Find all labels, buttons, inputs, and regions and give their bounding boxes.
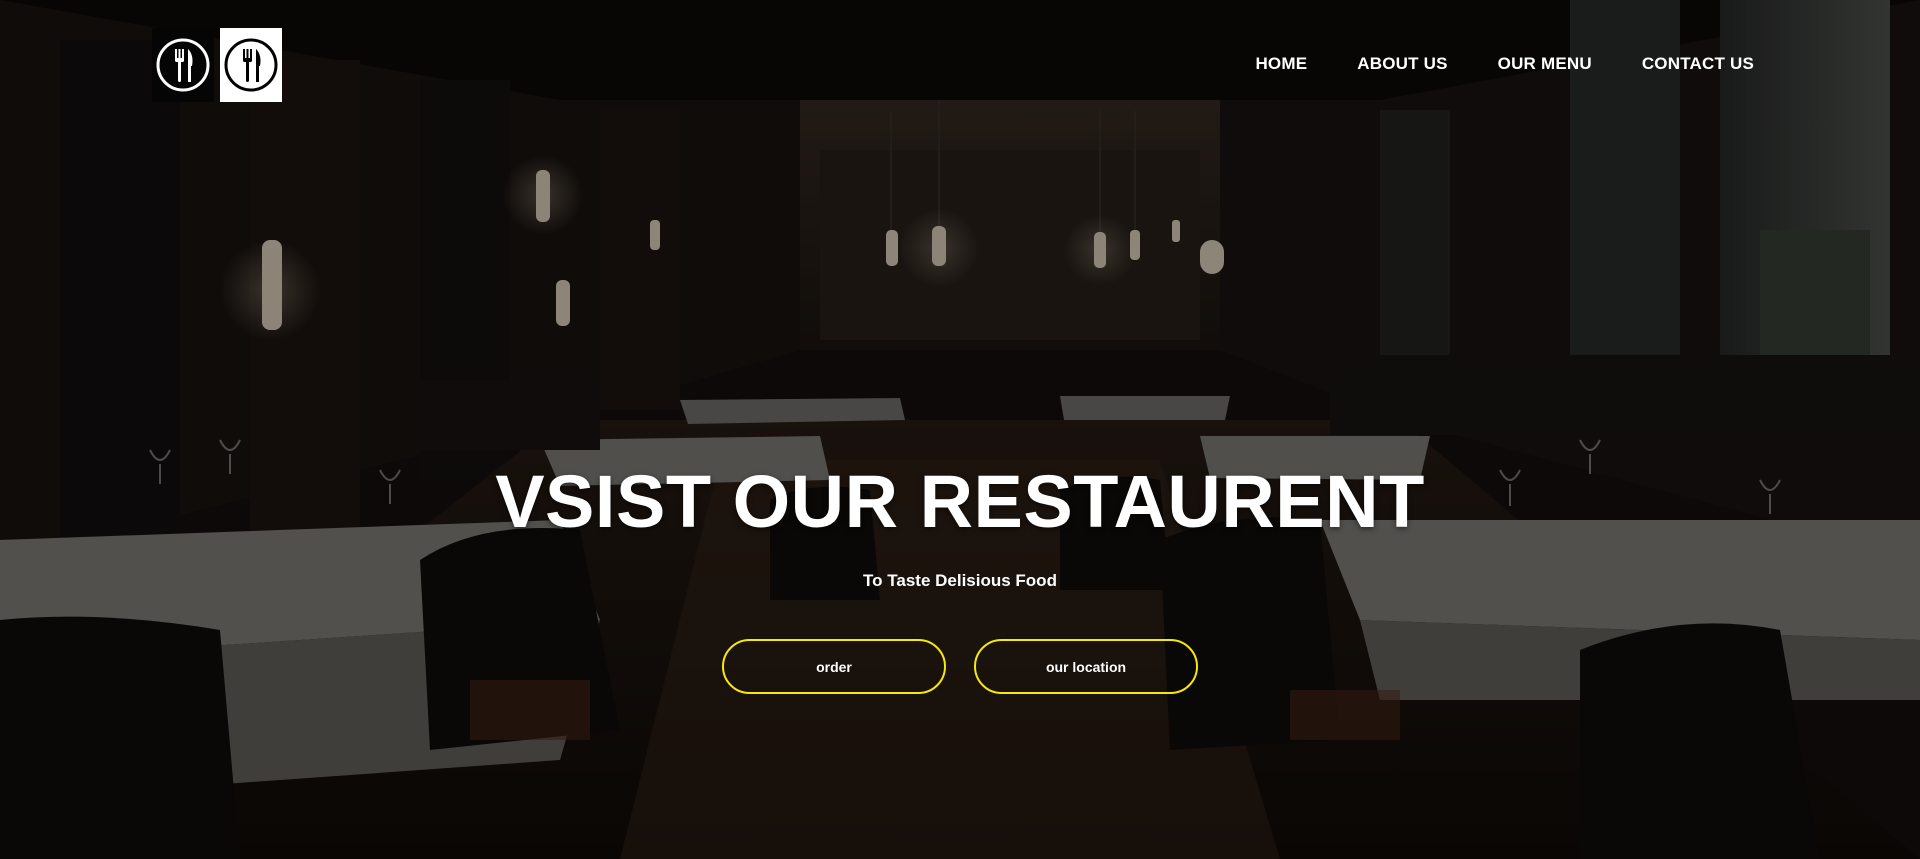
hero-subtitle: To Taste Delisious Food <box>863 571 1057 590</box>
nav-home-link[interactable]: HOME <box>1255 54 1307 74</box>
nav-about-link[interactable]: ABOUT US <box>1357 54 1447 74</box>
hero-actions: order our location <box>0 639 1920 694</box>
order-button[interactable]: order <box>722 639 946 694</box>
nav-menu-link[interactable]: OUR MENU <box>1498 54 1592 74</box>
logo-dark[interactable] <box>152 28 214 102</box>
fork-knife-icon <box>224 38 278 92</box>
nav-contact-link[interactable]: CONTACT US <box>1642 54 1754 74</box>
our-location-button[interactable]: our location <box>974 639 1198 694</box>
fork-knife-icon <box>156 38 210 92</box>
hero-title: VSIST OUR RESTAURENT <box>495 460 1425 543</box>
hero-background-image <box>0 0 1920 859</box>
brand-logos <box>152 28 282 102</box>
logo-light[interactable] <box>220 28 282 102</box>
main-nav: HOME ABOUT US OUR MENU CONTACT US <box>1255 54 1754 74</box>
